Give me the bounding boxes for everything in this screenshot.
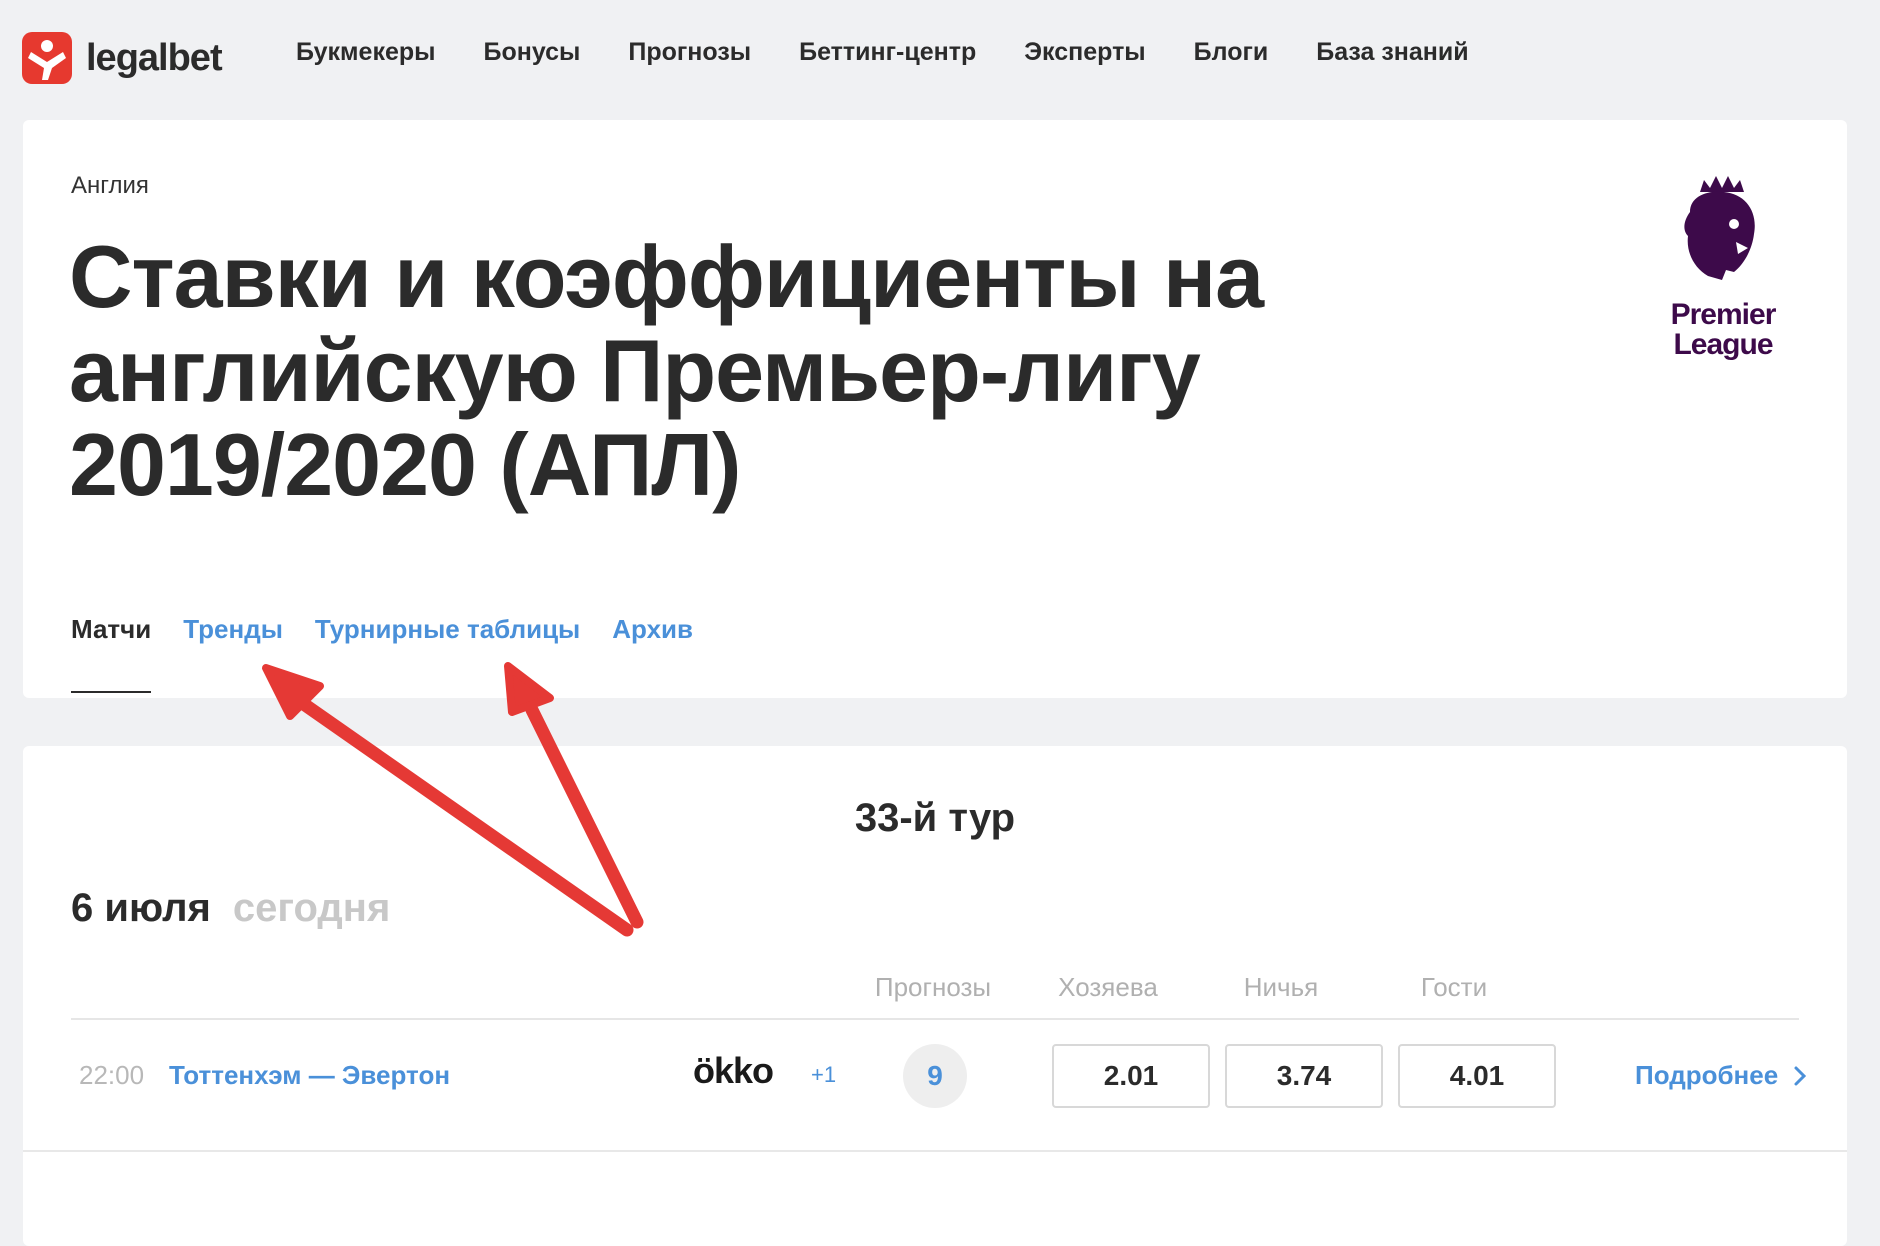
nav-item-bookmakers[interactable]: Букмекеры — [296, 38, 436, 67]
odds-draw-button[interactable]: 3.74 — [1225, 1044, 1383, 1108]
column-home: Хозяева — [1058, 972, 1158, 1002]
premier-league-wordmark: Premier League — [1670, 298, 1777, 361]
nav-item-betting-center[interactable]: Беттинг-центр — [799, 38, 976, 67]
tab-archive[interactable]: Архив — [612, 614, 693, 693]
chevron-right-icon — [1794, 1066, 1807, 1086]
site-header: legalbet Букмекеры Бонусы Прогнозы Бетти… — [0, 0, 1880, 120]
tab-matches[interactable]: Матчи — [71, 614, 152, 693]
tab-standings[interactable]: Турнирные таблицы — [315, 614, 580, 693]
site-logo[interactable]: legalbet — [22, 30, 223, 86]
column-draw: Ничья — [1243, 972, 1319, 1002]
odds-away-button[interactable]: 4.01 — [1398, 1044, 1556, 1108]
nav-item-blogs[interactable]: Блоги — [1194, 38, 1269, 67]
forecast-count-badge[interactable]: 9 — [903, 1044, 967, 1108]
match-time: 22:00 — [79, 1060, 145, 1090]
nav-item-bonuses[interactable]: Бонусы — [484, 38, 581, 67]
column-forecasts: Прогнозы — [874, 972, 992, 1002]
premier-league-lion-icon — [1684, 176, 1755, 280]
details-label: Подробнее — [1635, 1060, 1779, 1090]
matches-card: 33-й тур 6 июля сегодня Прогнозы Хозяева … — [23, 746, 1847, 1246]
more-broadcasters[interactable]: +1 — [811, 1062, 836, 1088]
match-teams-link[interactable]: Тоттенхэм — Эвертон — [169, 1060, 450, 1091]
logo-text: legalbet — [86, 36, 223, 79]
row-divider — [23, 1150, 1847, 1152]
round-title: 33-й тур — [854, 796, 1016, 840]
nav-item-experts[interactable]: Эксперты — [1024, 38, 1145, 67]
match-row: 22:00 Тоттенхэм — Эвертон ökko +1 9 2.01… — [71, 1018, 1807, 1132]
premier-league-logo: Premier League — [1638, 172, 1808, 372]
nav-item-forecasts[interactable]: Прогнозы — [628, 38, 751, 67]
league-header-card: Англия Ставки и коэффициенты на английск… — [23, 120, 1847, 698]
date-note: сегодня — [232, 886, 391, 930]
page-title: Ставки и коэффициенты на английскую Прем… — [69, 227, 1264, 514]
date-heading: 6 июля сегодня — [71, 886, 390, 931]
main-nav: Букмекеры Бонусы Прогнозы Беттинг-центр … — [296, 38, 1517, 67]
details-link[interactable]: Подробнее — [1635, 1060, 1807, 1091]
nav-item-knowledge-base[interactable]: База знаний — [1316, 38, 1468, 67]
match-date: 6 июля — [71, 886, 211, 930]
tab-trends[interactable]: Тренды — [183, 614, 283, 693]
legalbet-logo-icon — [22, 32, 72, 84]
odds-home-button[interactable]: 2.01 — [1052, 1044, 1210, 1108]
column-away: Гости — [1420, 972, 1488, 1002]
league-tabs: Матчи Тренды Турнирные таблицы Архив — [71, 614, 725, 693]
broadcaster-logo[interactable]: ökko — [693, 1050, 774, 1092]
breadcrumb[interactable]: Англия — [71, 172, 149, 200]
